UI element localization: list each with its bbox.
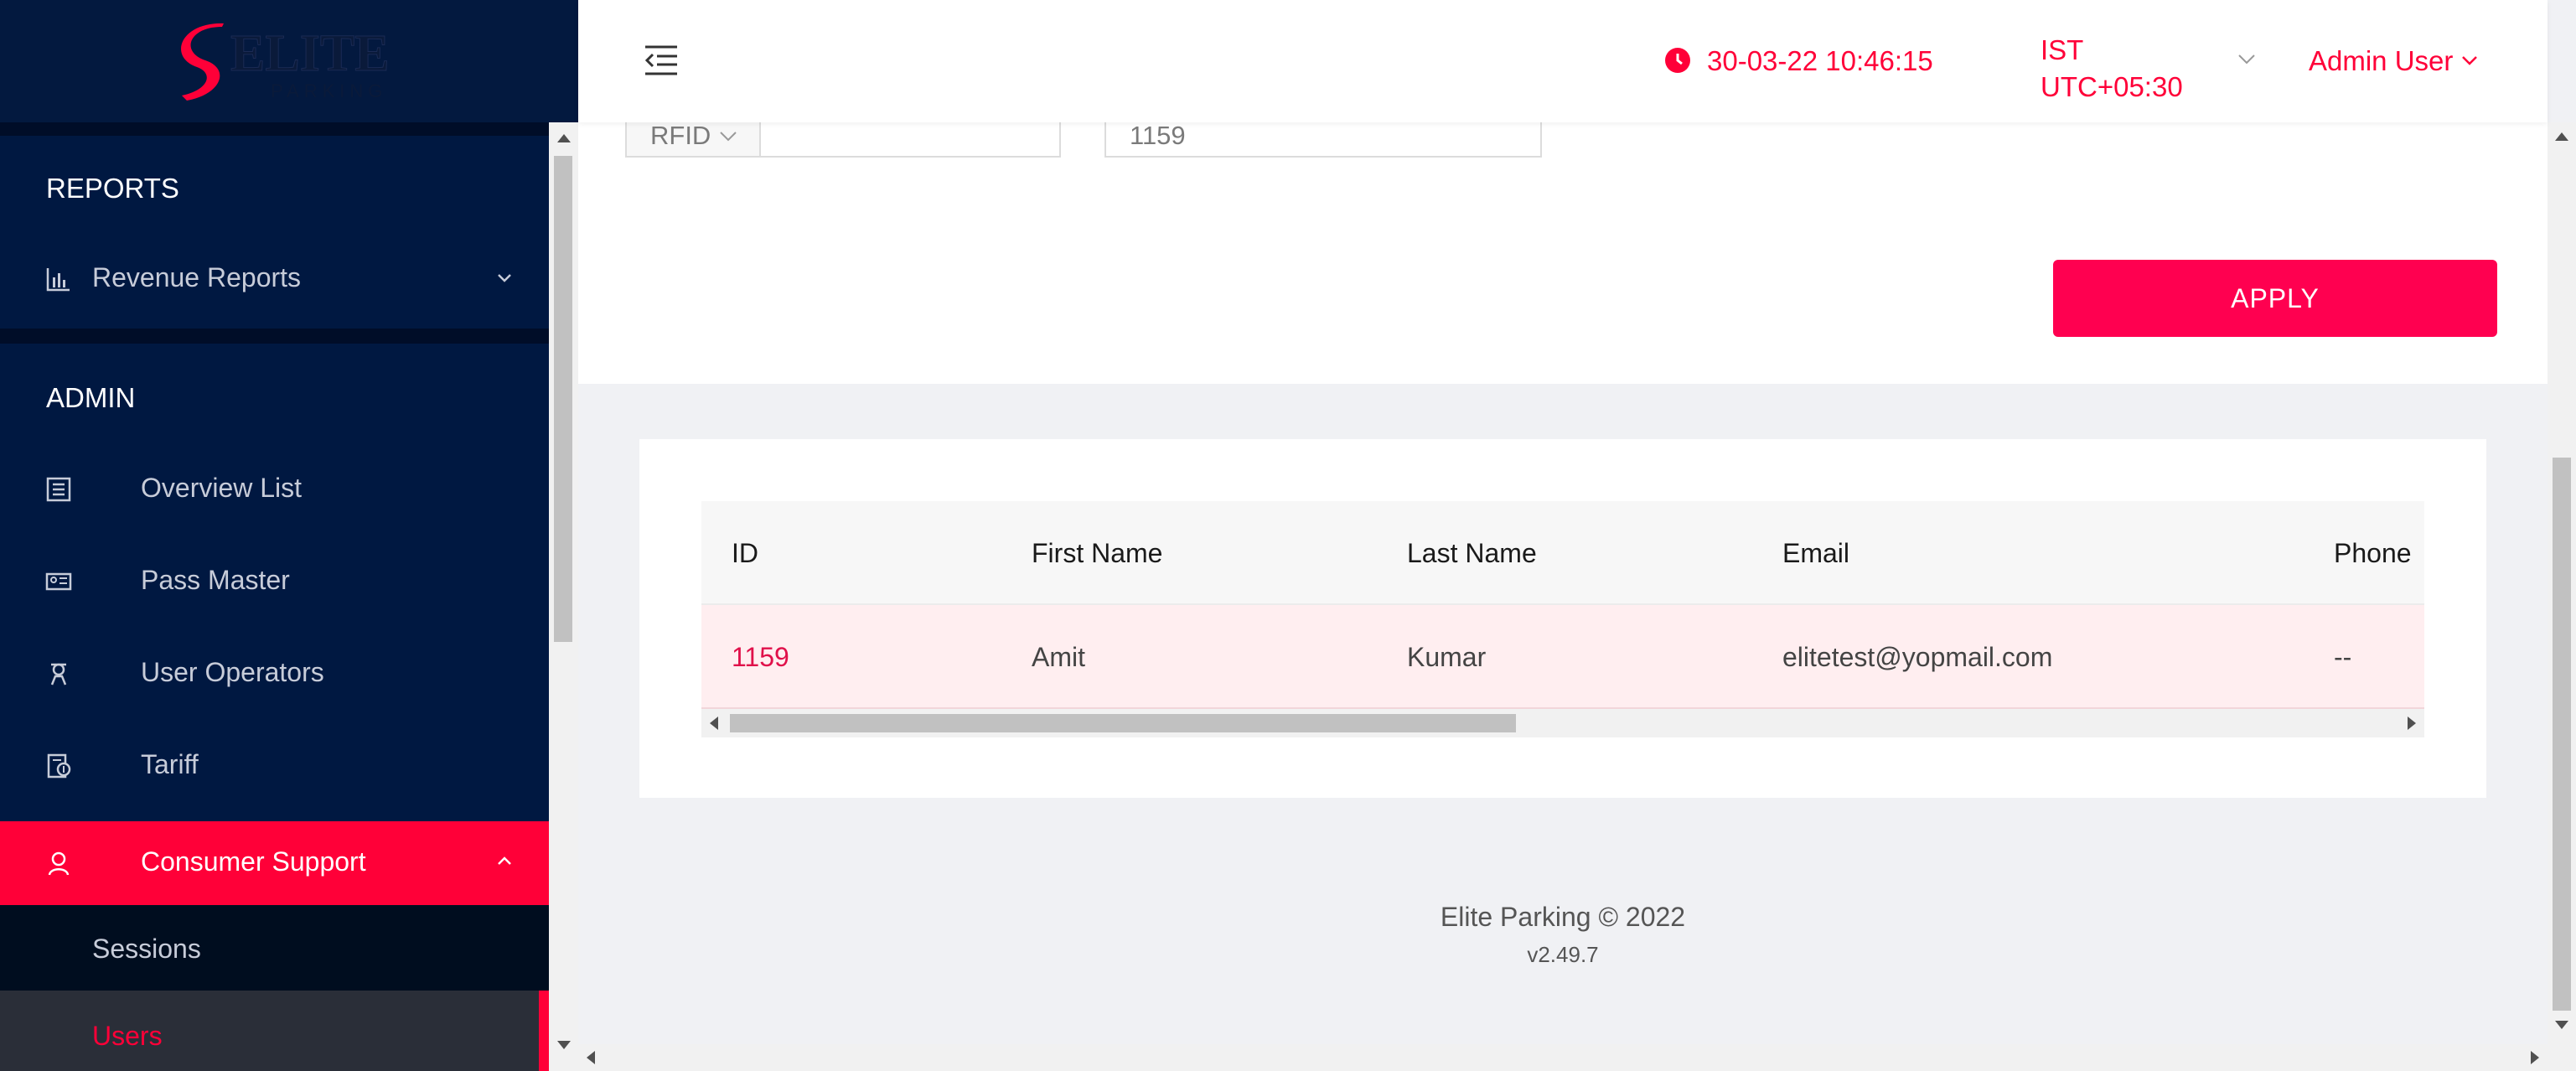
scroll-down-arrow-icon[interactable] [2555, 1021, 2568, 1029]
sidebar-item-tariff[interactable]: Tariff [0, 724, 549, 808]
section-heading-admin: ADMIN [46, 382, 136, 413]
scroll-right-arrow-icon[interactable] [2408, 717, 2416, 730]
column-header-first-name[interactable]: First Name [1032, 538, 1162, 569]
column-header-email[interactable]: Email [1782, 538, 1849, 569]
sidebar-item-user-operators[interactable]: User Operators [0, 632, 549, 716]
chevron-down-icon[interactable] [2460, 50, 2480, 70]
id-type-select[interactable]: RFID [627, 119, 761, 156]
sidebar-item-overview-list[interactable]: Overview List [0, 448, 549, 531]
section-heading-reports: REPORTS [46, 173, 179, 204]
filter-panel: RFID 1159 APPLY [578, 117, 2548, 384]
timezone-offset: UTC+05:30 [2041, 71, 2183, 102]
sidebar-subitem-users[interactable]: Users [0, 991, 549, 1071]
scroll-down-arrow-icon[interactable] [557, 1041, 571, 1049]
chevron-up-icon [498, 856, 511, 865]
sidebar-subitem-label: Users [92, 1021, 163, 1051]
tariff-icon [47, 753, 71, 779]
footer-copyright: Elite Parking © 2022 [1440, 902, 1686, 932]
sidebar: ELITE PARKING REPORTS Revenue Reports AD… [0, 0, 578, 1071]
clock-icon [1665, 48, 1690, 73]
user-id-input[interactable]: 1159 [1104, 117, 1542, 158]
id-type-value: RFID [650, 121, 711, 150]
scrollbar-thumb[interactable] [2553, 458, 2571, 1011]
user-id-link[interactable]: 1159 [732, 642, 789, 673]
scroll-up-arrow-icon[interactable] [557, 134, 571, 142]
scrollbar-thumb[interactable] [554, 156, 572, 642]
sidebar-item-label: Revenue Reports [92, 262, 302, 292]
sidebar-subitem-label: Sessions [92, 934, 201, 964]
collapse-menu-icon[interactable] [644, 44, 679, 77]
first-name-cell: Amit [1032, 642, 1085, 672]
timezone-selector[interactable]: IST UTC+05:30 [2041, 32, 2183, 106]
user-icon [48, 851, 70, 876]
page-vertical-scrollbar[interactable] [2548, 122, 2576, 1044]
logo-area: ELITE PARKING [0, 0, 578, 122]
column-header-phone[interactable]: Phone [2334, 538, 2412, 569]
apply-button[interactable]: APPLY [2053, 260, 2497, 337]
id-card-icon [45, 572, 72, 591]
bar-chart-icon [46, 268, 70, 292]
sidebar-item-label: Pass Master [141, 565, 290, 595]
table-row[interactable]: 1159 Amit Kumar elitetest@yopmail.com -- [701, 605, 2424, 709]
current-datetime: 30-03-22 10:46:15 [1707, 45, 1933, 76]
sidebar-item-label: Tariff [141, 749, 199, 779]
sidebar-item-label: Overview List [141, 473, 303, 503]
footer-version: v2.49.7 [1527, 942, 1599, 967]
scroll-left-arrow-icon[interactable] [587, 1051, 595, 1064]
phone-cell: -- [2334, 642, 2352, 672]
sidebar-divider [0, 329, 549, 344]
elite-parking-logo[interactable]: ELITE PARKING [172, 18, 415, 106]
user-menu[interactable]: Admin User [2309, 45, 2453, 77]
scroll-up-arrow-icon[interactable] [2555, 132, 2568, 141]
sidebar-item-label: User Operators [141, 657, 324, 687]
table-header: ID First Name Last Name Email Phone [701, 501, 2424, 605]
column-header-last-name[interactable]: Last Name [1407, 538, 1537, 569]
timezone-label: IST [2041, 34, 2084, 65]
sidebar-item-label: Consumer Support [141, 846, 366, 877]
table-horizontal-scrollbar[interactable] [701, 709, 2424, 737]
sidebar-item-pass-master[interactable]: Pass Master [0, 540, 549, 623]
operator-icon [50, 663, 67, 686]
active-indicator [539, 991, 549, 1071]
sidebar-divider [0, 122, 549, 136]
list-icon [46, 477, 71, 502]
logo-subtext: PARKING [271, 80, 387, 101]
sidebar-item-consumer-support[interactable]: Consumer Support [0, 821, 549, 905]
top-header: 30-03-22 10:46:15 IST UTC+05:30 Admin Us… [578, 0, 2548, 122]
sidebar-scrollbar[interactable] [549, 122, 578, 1071]
page-horizontal-scrollbar[interactable] [578, 1044, 2576, 1071]
users-table: ID First Name Last Name Email Phone 1159… [701, 501, 2424, 758]
scroll-left-arrow-icon[interactable] [710, 717, 718, 730]
sidebar-subitem-sessions[interactable]: Sessions [0, 905, 549, 991]
chevron-down-icon [498, 274, 511, 282]
column-header-id[interactable]: ID [732, 538, 758, 569]
results-card: ID First Name Last Name Email Phone 1159… [639, 439, 2486, 798]
last-name-cell: Kumar [1407, 642, 1487, 672]
logo-text: ELITE [230, 25, 390, 82]
user-id-value: 1159 [1130, 121, 1186, 150]
sidebar-item-revenue-reports[interactable]: Revenue Reports [0, 237, 549, 321]
scroll-right-arrow-icon[interactable] [2531, 1051, 2539, 1064]
email-cell: elitetest@yopmail.com [1782, 642, 2053, 672]
chevron-down-icon [720, 132, 737, 142]
rfid-field[interactable]: RFID [625, 117, 1061, 158]
scrollbar-thumb[interactable] [730, 714, 1516, 732]
chevron-down-icon[interactable] [2236, 49, 2258, 70]
